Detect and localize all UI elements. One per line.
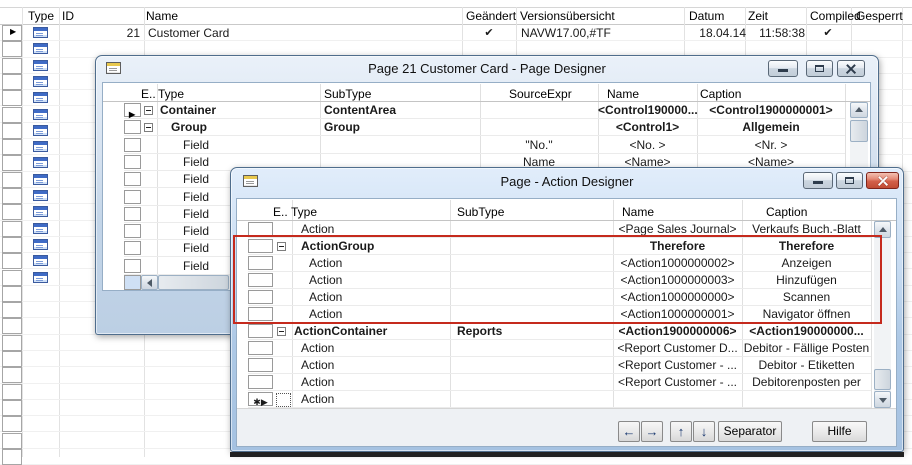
- cell-name[interactable]: <Action1000000002>: [613, 255, 742, 272]
- table-row[interactable]: Action <Action1000000002> Anzeigen: [248, 255, 871, 272]
- table-row-new[interactable]: ✱▶ Action: [248, 391, 871, 408]
- cell-type[interactable]: Action: [292, 221, 456, 238]
- restore-icon: [845, 177, 854, 184]
- new-row-asterisk-icon: ✱: [253, 397, 261, 407]
- arrow-down-icon: [879, 398, 887, 403]
- cell-caption[interactable]: Scannen: [742, 289, 871, 306]
- row-selector-cell[interactable]: [248, 324, 273, 338]
- arrow-up-icon: [879, 227, 887, 232]
- close-button[interactable]: [866, 172, 899, 189]
- ad-header-name: Name: [622, 205, 654, 220]
- table-row[interactable]: Action <Page Sales Journal> Verkaufs Buc…: [248, 221, 871, 238]
- table-row[interactable]: Action <Action1000000000> Scannen: [248, 289, 871, 306]
- table-row[interactable]: Action <Report Customer - ... Debitor - …: [248, 357, 871, 374]
- minimize-button[interactable]: [803, 172, 833, 189]
- cell-caption[interactable]: Therefore: [742, 238, 871, 255]
- cell-caption[interactable]: Anzeigen: [742, 255, 871, 272]
- cell-name[interactable]: <Action1000000003>: [613, 272, 742, 289]
- grid-line: [871, 200, 872, 408]
- help-button[interactable]: Hilfe: [812, 421, 867, 442]
- row-selector-cell[interactable]: [248, 239, 273, 253]
- table-row[interactable]: ActionGroup Therefore Therefore: [248, 238, 871, 255]
- restore-button[interactable]: [836, 172, 863, 189]
- vertical-scrollbar-thumb[interactable]: [874, 369, 891, 390]
- cell-type[interactable]: Action: [292, 374, 456, 391]
- move-right-button[interactable]: →: [641, 421, 663, 442]
- cell-name[interactable]: Therefore: [613, 238, 742, 255]
- ad-header-subtype: SubType: [457, 205, 504, 220]
- row-selector-cell[interactable]: [248, 273, 273, 287]
- cell-caption[interactable]: Navigator öffnen: [742, 306, 871, 323]
- cell-type[interactable]: Action: [292, 289, 464, 306]
- row-selector-cell[interactable]: [248, 256, 273, 270]
- footer-bar: [237, 409, 896, 446]
- scroll-up-button[interactable]: [874, 221, 891, 238]
- row-selector-arrow-icon: ▶: [261, 397, 268, 407]
- cell-name[interactable]: <Page Sales Journal>: [613, 221, 742, 238]
- collapse-toggle-icon[interactable]: [277, 242, 286, 251]
- ad-header-type: Type: [291, 205, 317, 220]
- table-row[interactable]: Action <Report Customer - ... Debitorenp…: [248, 374, 871, 391]
- table-row[interactable]: Action <Action1000000001> Navigator öffn…: [248, 306, 871, 323]
- move-up-button[interactable]: ↑: [670, 421, 692, 442]
- table-row[interactable]: ActionContainer Reports <Action190000000…: [248, 323, 871, 340]
- move-left-button[interactable]: ←: [618, 421, 640, 442]
- move-down-button[interactable]: ↓: [693, 421, 715, 442]
- row-selector-cell[interactable]: [248, 375, 273, 389]
- cell-type[interactable]: Action: [292, 391, 456, 408]
- cell-name[interactable]: <Action1000000000>: [613, 289, 742, 306]
- cell-subtype[interactable]: Reports: [450, 323, 620, 340]
- cell-name[interactable]: <Report Customer - ...: [613, 357, 742, 374]
- row-selector-cell[interactable]: [248, 307, 273, 321]
- ad-header-expand: E..: [273, 205, 290, 220]
- row-selector-cell[interactable]: [248, 290, 273, 304]
- cell-type[interactable]: Action: [292, 340, 456, 357]
- scroll-down-button[interactable]: [874, 391, 891, 408]
- cell-name[interactable]: <Report Customer D...: [613, 340, 742, 357]
- minimize-icon: [813, 181, 823, 184]
- cell-type[interactable]: ActionGroup: [292, 238, 456, 255]
- cell-name[interactable]: <Action1900000006>: [613, 323, 742, 340]
- active-cell-marquee: [276, 393, 291, 407]
- cell-caption[interactable]: Debitor - Fällige Posten: [742, 340, 871, 357]
- cell-type[interactable]: Action: [292, 357, 456, 374]
- cell-caption[interactable]: Debitor - Etiketten: [742, 357, 871, 374]
- table-row[interactable]: Action <Report Customer D... Debitor - F…: [248, 340, 871, 357]
- row-selector-cell[interactable]: [248, 358, 273, 372]
- row-selector-cell[interactable]: [248, 222, 273, 236]
- cell-type[interactable]: Action: [292, 255, 464, 272]
- cell-caption[interactable]: <Action190000000...: [742, 323, 871, 340]
- cell-caption[interactable]: Hinzufügen: [742, 272, 871, 289]
- row-selector-cell[interactable]: [248, 341, 273, 355]
- cell-caption[interactable]: Verkaufs Buch.-Blatt: [742, 221, 871, 238]
- cell-caption[interactable]: Debitorenposten per: [742, 374, 871, 391]
- cell-type[interactable]: ActionContainer: [292, 323, 449, 340]
- ad-header-caption: Caption: [766, 205, 807, 220]
- grid-bottom-line: [237, 408, 896, 409]
- cell-type[interactable]: Action: [292, 306, 464, 323]
- collapse-toggle-icon[interactable]: [277, 327, 286, 336]
- separator-button[interactable]: Separator: [718, 421, 782, 442]
- row-selector-cell[interactable]: ✱▶: [248, 392, 273, 406]
- cell-name[interactable]: <Action1000000001>: [613, 306, 742, 323]
- table-row[interactable]: Action <Action1000000003> Hinzufügen: [248, 272, 871, 289]
- cell-name[interactable]: <Report Customer - ...: [613, 374, 742, 391]
- cell-type[interactable]: Action: [292, 272, 464, 289]
